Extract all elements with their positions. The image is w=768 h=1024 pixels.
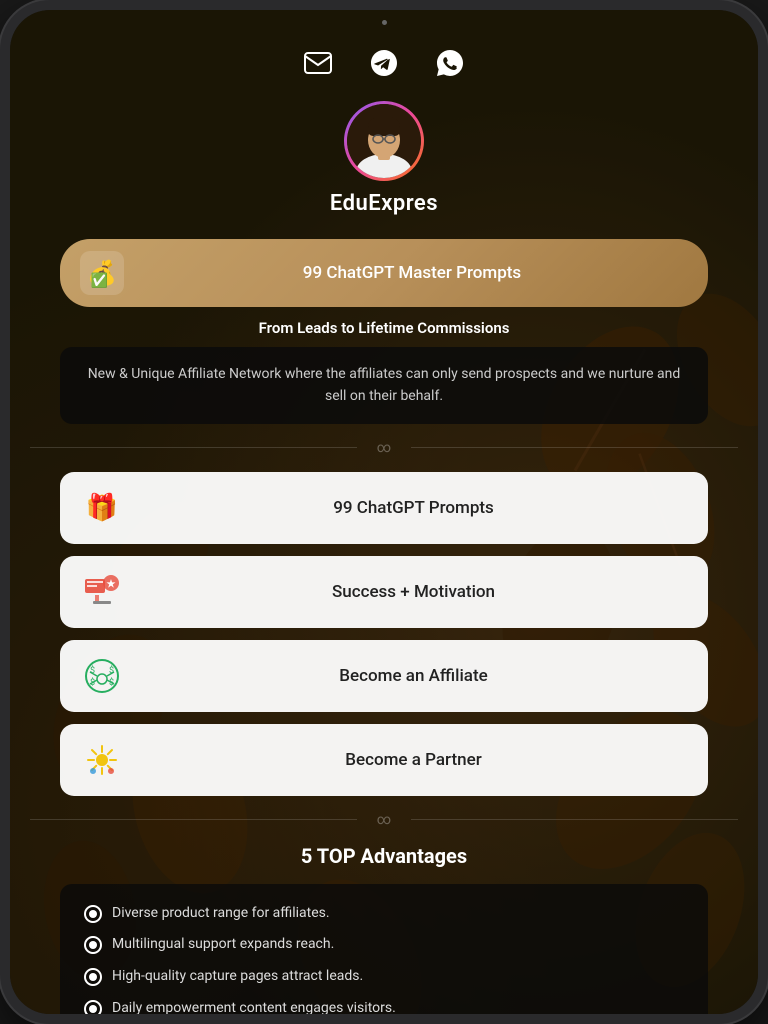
menu-item-chatgpt[interactable]: 🎁 99 ChatGPT Prompts <box>60 472 708 544</box>
menu-item-success-icon: ★ <box>80 570 124 614</box>
status-bar <box>10 10 758 30</box>
divider-1: ∞ <box>10 440 758 456</box>
menu-item-success-label: Success + Motivation <box>139 582 688 602</box>
profile-name: EduExpres <box>330 191 438 216</box>
menu-item-chatgpt-label: 99 ChatGPT Prompts <box>139 498 688 518</box>
advantage-bullet-1 <box>84 905 102 923</box>
advantages-box: Diverse product range for affiliates. Mu… <box>60 884 708 1014</box>
menu-item-partner-label: Become a Partner <box>139 750 688 770</box>
svg-text:★: ★ <box>107 579 116 590</box>
description-box: New & Unique Affiliate Network where the… <box>60 347 708 424</box>
advantage-text-3: High-quality capture pages attract leads… <box>112 967 363 987</box>
divider-2: ∞ <box>10 812 758 828</box>
avatar <box>347 104 421 178</box>
profile-section: EduExpres <box>10 91 758 231</box>
description-title: From Leads to Lifetime Commissions <box>60 319 708 337</box>
featured-card[interactable]: 💰 ✅ 99 ChatGPT Master Prompts <box>60 239 708 307</box>
menu-item-partner[interactable]: Become a Partner <box>60 724 708 796</box>
social-icons-row <box>10 30 758 91</box>
featured-card-icon: 💰 ✅ <box>80 251 124 295</box>
tablet-frame: EduExpres 💰 ✅ 99 ChatGPT Master Prompts … <box>0 0 768 1024</box>
whatsapp-icon[interactable] <box>432 45 468 81</box>
advantage-bullet-2 <box>84 936 102 954</box>
divider-symbol: ∞ <box>377 440 391 456</box>
email-icon[interactable] <box>300 45 336 81</box>
advantage-item-4: Daily empowerment content engages visito… <box>84 999 684 1014</box>
menu-item-chatgpt-icon: 🎁 <box>80 486 124 530</box>
featured-card-label: 99 ChatGPT Master Prompts <box>136 263 688 283</box>
description-text: New & Unique Affiliate Network where the… <box>80 363 688 408</box>
menu-items-list: 🎁 99 ChatGPT Prompts ★ Success + Motiv <box>60 472 708 796</box>
telegram-icon[interactable] <box>366 45 402 81</box>
description-section: From Leads to Lifetime Commissions New &… <box>60 319 708 424</box>
advantage-text-1: Diverse product range for affiliates. <box>112 904 330 924</box>
status-dot <box>382 20 387 25</box>
advantage-item-2: Multilingual support expands reach. <box>84 935 684 955</box>
advantage-item-3: High-quality capture pages attract leads… <box>84 967 684 987</box>
advantage-text-4: Daily empowerment content engages visito… <box>112 999 396 1014</box>
advantage-text-2: Multilingual support expands reach. <box>112 935 334 955</box>
menu-item-partner-icon <box>80 738 124 782</box>
advantage-bullet-3 <box>84 968 102 986</box>
tablet-screen: EduExpres 💰 ✅ 99 ChatGPT Master Prompts … <box>10 10 758 1014</box>
menu-item-affiliate[interactable]: $ $ $ $ Become an Affiliate <box>60 640 708 712</box>
menu-item-affiliate-icon: $ $ $ $ <box>80 654 124 698</box>
menu-item-affiliate-label: Become an Affiliate <box>139 666 688 686</box>
menu-item-success[interactable]: ★ Success + Motivation <box>60 556 708 628</box>
advantage-item-1: Diverse product range for affiliates. <box>84 904 684 924</box>
advantage-bullet-4 <box>84 1000 102 1014</box>
avatar-wrapper <box>344 101 424 181</box>
advantages-section: 5 TOP Advantages Diverse product range f… <box>60 844 708 1014</box>
divider-symbol-2: ∞ <box>377 812 391 828</box>
advantages-title: 5 TOP Advantages <box>60 844 708 868</box>
